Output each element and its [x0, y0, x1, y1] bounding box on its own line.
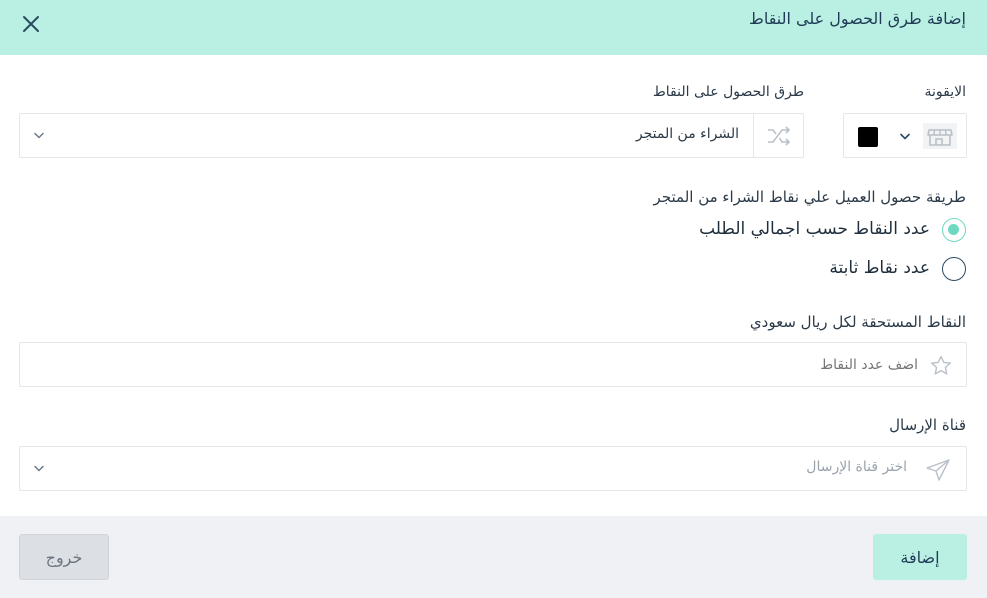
icon-color-swatch[interactable]	[858, 127, 878, 147]
add-button[interactable]: إضافة	[873, 534, 967, 580]
radio-total-order-label: عدد النقاط حسب اجمالي الطلب	[699, 219, 930, 239]
purchase-method-label: طريقة حصول العميل علي نقاط الشراء من الم…	[653, 188, 966, 206]
dialog-header: إضافة طرق الحصول على النقاط	[0, 0, 987, 55]
chevron-down-icon	[34, 132, 44, 139]
channel-placeholder: اختر قناة الإرسال	[806, 459, 907, 475]
star-icon	[931, 355, 951, 375]
points-label: النقاط المستحقة لكل ريال سعودي	[749, 313, 966, 331]
methods-label: طرق الحصول على النقاط	[652, 84, 804, 100]
chevron-down-icon	[34, 465, 44, 472]
points-input[interactable]	[58, 353, 918, 377]
radio-fixed-points[interactable]	[942, 257, 966, 281]
methods-value: الشراء من المتجر	[635, 126, 739, 142]
dialog-title: إضافة طرق الحصول على النقاط	[749, 9, 966, 28]
methods-icon-cell	[753, 114, 803, 157]
send-icon	[926, 459, 950, 481]
channel-select[interactable]: اختر قناة الإرسال	[19, 446, 967, 491]
methods-select[interactable]: الشراء من المتجر	[19, 113, 804, 158]
exit-button[interactable]: خروج	[19, 534, 109, 580]
channel-label: قناة الإرسال	[889, 416, 966, 434]
icon-label: الايقونة	[924, 84, 967, 100]
dialog-footer: إضافة خروج	[0, 516, 987, 598]
shuffle-icon	[768, 126, 791, 146]
store-icon	[923, 123, 957, 149]
points-field[interactable]	[19, 342, 967, 387]
radio-fixed-points-label: عدد نقاط ثابتة	[829, 258, 930, 278]
chevron-down-icon	[900, 133, 910, 140]
radio-total-order[interactable]	[942, 218, 966, 242]
icon-picker[interactable]	[843, 113, 967, 158]
close-icon[interactable]	[20, 13, 42, 35]
